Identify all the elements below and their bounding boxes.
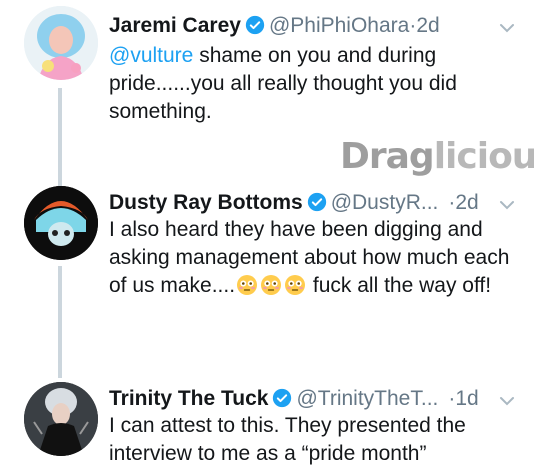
display-name[interactable]: Jaremi Carey bbox=[109, 14, 241, 37]
user-handle[interactable]: @TrinityTheT... bbox=[296, 387, 438, 410]
mention-link[interactable]: @vulture bbox=[109, 44, 193, 67]
chevron-down-icon[interactable] bbox=[498, 19, 516, 37]
watermark: Draglicious bbox=[340, 136, 534, 177]
chevron-down-icon[interactable] bbox=[498, 196, 516, 214]
avatar-image-icon bbox=[24, 382, 98, 456]
flushed-face-icon bbox=[237, 275, 258, 295]
thread-line bbox=[58, 88, 62, 186]
tweet-text: I can attest to this. They presented the… bbox=[109, 414, 466, 465]
tweet-text: I also heard they have been digging and … bbox=[109, 218, 510, 297]
verified-badge-icon bbox=[245, 15, 265, 35]
avatar-image-icon bbox=[24, 6, 98, 80]
display-name[interactable]: Trinity The Tuck bbox=[109, 387, 268, 410]
timestamp[interactable]: 2d bbox=[416, 14, 439, 37]
timestamp[interactable]: 1d bbox=[455, 387, 478, 410]
avatar-image-icon bbox=[24, 186, 98, 260]
user-handle[interactable]: @PhiPhiOhara bbox=[269, 14, 409, 37]
display-name[interactable]: Dusty Ray Bottoms bbox=[109, 191, 303, 214]
verified-badge-icon bbox=[307, 192, 326, 212]
user-handle[interactable]: @DustyR... bbox=[331, 191, 439, 214]
flushed-face-icon bbox=[261, 275, 282, 295]
avatar[interactable] bbox=[24, 382, 98, 456]
timestamp[interactable]: 2d bbox=[455, 191, 478, 214]
avatar[interactable] bbox=[24, 6, 98, 80]
thread-line bbox=[58, 266, 62, 378]
chevron-down-icon[interactable] bbox=[498, 392, 516, 410]
tweet-text: @vulture shame on you and during pride..… bbox=[109, 44, 457, 123]
verified-badge-icon bbox=[273, 388, 292, 408]
flushed-face-icon bbox=[285, 275, 306, 295]
avatar[interactable] bbox=[24, 186, 98, 260]
